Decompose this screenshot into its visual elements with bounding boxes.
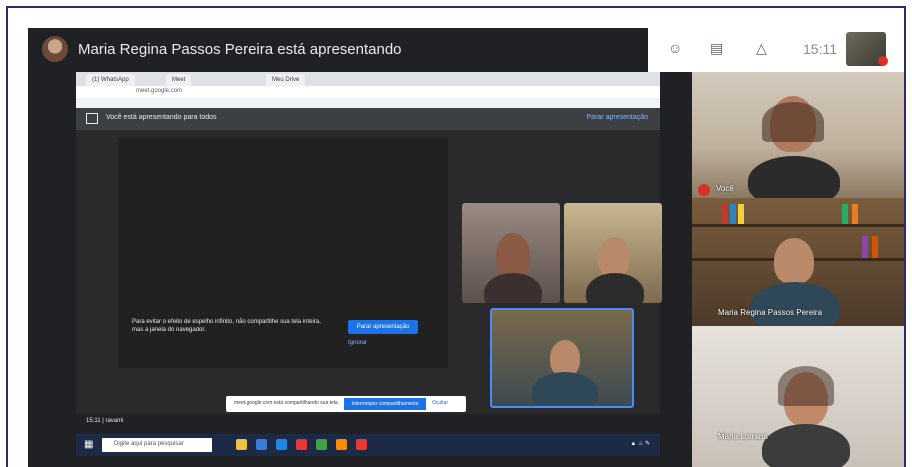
top-controls: ☺ ▤ △ 15:11 [648, 28, 904, 72]
presenter-avatar [42, 36, 68, 62]
notification-text: meet.google.com está compartilhando sua … [234, 400, 340, 406]
notification-badge [878, 56, 888, 66]
taskbar-app-icon[interactable] [316, 439, 327, 450]
inner-participant-tile [462, 203, 560, 303]
mirror-tip-text: Para evitar o efeito de espelho infinito… [132, 319, 321, 333]
inner-bottom-bar: 15:11 | ravami [76, 414, 660, 434]
url-text: meet.google.com [136, 88, 183, 94]
participant-name: Maria Lorrana [718, 432, 768, 441]
file-explorer-icon[interactable] [236, 439, 247, 450]
inner-participant-tile-active [490, 308, 634, 408]
taskbar-app-icon[interactable] [256, 439, 267, 450]
tip-ignore-link[interactable]: Ignorar [348, 340, 367, 346]
browser-tab[interactable]: Meet [166, 74, 192, 86]
present-icon [86, 113, 98, 124]
windows-taskbar: ▦ Digite aqui para pesquisar ▲ ♨ ✎ [76, 434, 660, 456]
taskbar-app-icon[interactable] [336, 439, 347, 450]
participant-tile[interactable]: Maria Lorrana [692, 326, 904, 467]
screen-share-notification: meet.google.com está compartilhando sua … [226, 396, 466, 412]
people-icon[interactable]: ☺ [668, 40, 682, 56]
browser-tab[interactable]: Meu Drive [266, 74, 306, 86]
inner-present-bar: Você está apresentando para todos Parar … [76, 108, 660, 130]
taskbar-search-placeholder: Digite aqui para pesquisar [114, 441, 184, 447]
participant-tile[interactable]: Maria Regina Passos Pereira [692, 198, 904, 326]
hide-notification-button[interactable]: Ocultar [432, 400, 448, 406]
participant-tile-self[interactable]: Você [692, 72, 904, 198]
shared-screen: (1) WhatsApp Meet Meu Drive meet.google.… [76, 72, 662, 434]
meet-window: Maria Regina Passos Pereira está apresen… [28, 28, 904, 467]
activities-icon[interactable]: △ [756, 40, 767, 57]
inner-stop-button[interactable]: Parar apresentação [587, 114, 648, 121]
presenting-text: Maria Regina Passos Pereira está apresen… [78, 41, 402, 58]
taskbar-search-input[interactable]: Digite aqui para pesquisar [102, 438, 212, 452]
tip-stop-button[interactable]: Parar apresentação [348, 320, 418, 334]
taskbar-app-icon[interactable] [276, 439, 287, 450]
inner-meeting-time: 15:11 | ravami [86, 418, 124, 424]
mic-off-icon [698, 184, 710, 196]
browser-tab[interactable]: (1) WhatsApp [86, 74, 135, 86]
participant-name: Você [716, 184, 734, 193]
browser-tab-strip: (1) WhatsApp Meet Meu Drive [76, 72, 660, 86]
system-tray: ▲ ♨ ✎ [630, 441, 650, 447]
chat-icon[interactable]: ▤ [710, 40, 723, 57]
inner-present-text: Você está apresentando para todos [106, 114, 217, 121]
taskbar-app-icon[interactable] [356, 439, 367, 450]
participant-name: Maria Regina Passos Pereira [718, 308, 823, 317]
top-bar: Maria Regina Passos Pereira está apresen… [28, 28, 904, 72]
bookmarks-bar [76, 98, 660, 108]
stop-sharing-button[interactable]: Interromper compartilhamento [344, 398, 426, 410]
inner-meet-view: Você está apresentando para todos Parar … [76, 108, 662, 414]
browser-address-bar[interactable]: meet.google.com [76, 86, 660, 98]
inner-participant-tile [564, 203, 662, 303]
clock: 15:11 [803, 41, 837, 57]
taskbar-app-icon[interactable] [296, 439, 307, 450]
windows-start-icon[interactable]: ▦ [84, 439, 93, 450]
